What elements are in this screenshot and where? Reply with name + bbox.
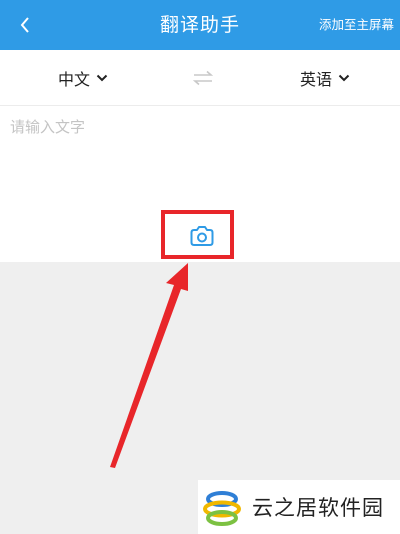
source-language-label: 中文	[58, 69, 91, 89]
camera-icon	[190, 226, 214, 246]
top-app-bar: 翻译助手 添加至主屏幕	[0, 0, 400, 50]
chevron-down-icon	[338, 74, 350, 81]
target-language-label: 英语	[300, 69, 333, 89]
watermark-text: 云之居软件园	[252, 496, 384, 520]
text-input[interactable]	[10, 116, 390, 196]
camera-button[interactable]	[187, 222, 217, 250]
add-to-home-screen-button[interactable]: 添加至主屏幕	[319, 0, 394, 50]
swap-arrows-icon	[192, 70, 214, 86]
source-language-dropdown[interactable]: 中文	[58, 50, 108, 105]
watermark: 云之居软件园	[198, 480, 400, 534]
chevron-down-icon	[96, 74, 108, 81]
swap-languages-button[interactable]	[190, 66, 216, 90]
target-language-dropdown[interactable]: 英语	[300, 50, 350, 105]
language-selector-bar: 中文 英语	[0, 50, 400, 106]
watermark-logo	[203, 491, 241, 526]
